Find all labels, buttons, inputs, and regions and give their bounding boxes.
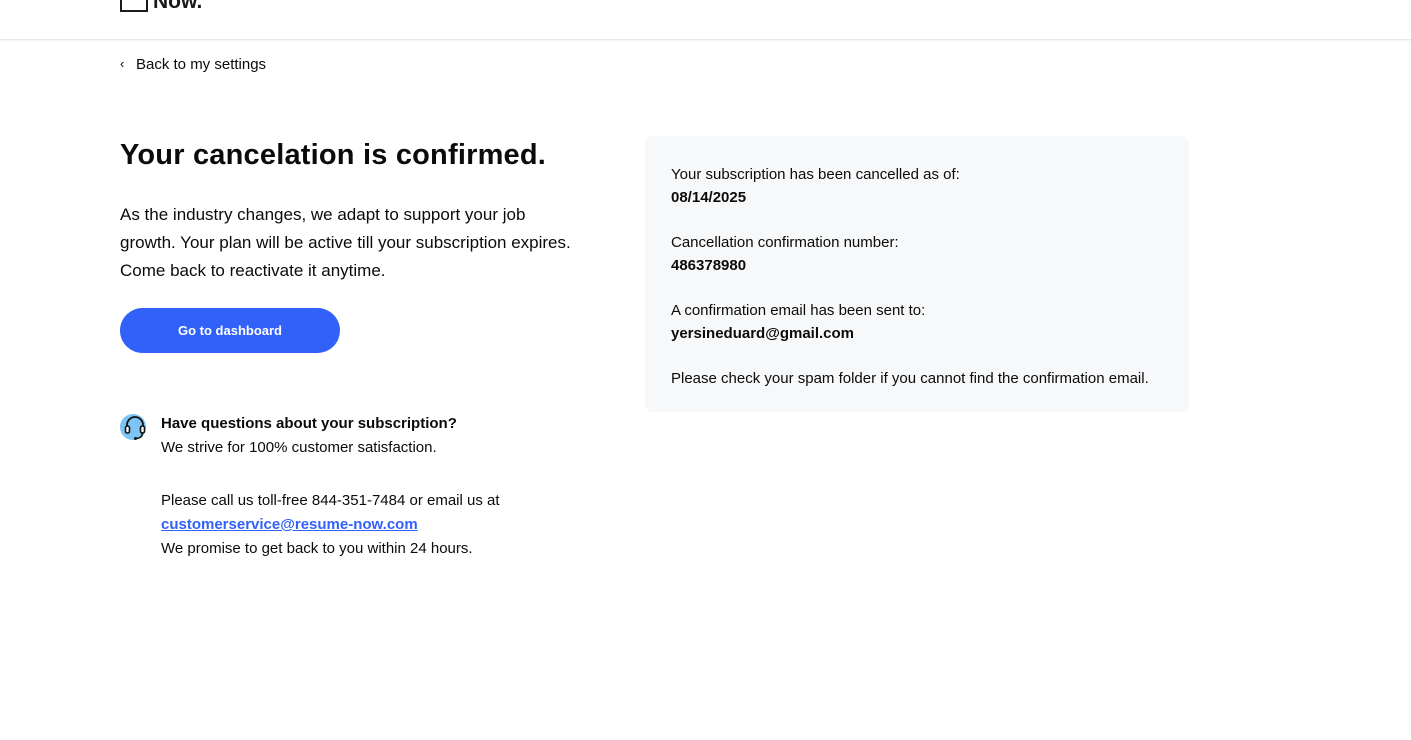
call-text: Please call us toll-free 844-351-7484 or… <box>161 492 500 509</box>
confirmation-number-block: Cancellation confirmation number: 486378… <box>671 231 1189 277</box>
back-to-settings-link[interactable]: ‹ Back to my settings <box>120 55 266 73</box>
customer-service-email-link[interactable]: customerservice@resume-now.com <box>161 516 418 533</box>
email-block: A confirmation email has been sent to: y… <box>671 299 1189 345</box>
brand-logo[interactable]: Now. <box>120 0 202 12</box>
confirmation-section: Your cancelation is confirmed. As the in… <box>120 136 600 353</box>
headset-icon <box>120 412 150 442</box>
confirmation-number-value: 486378980 <box>671 257 747 274</box>
back-link-label: Back to my settings <box>136 55 267 73</box>
intro-text: As the industry changes, we adapt to sup… <box>120 205 571 280</box>
cancelled-date-block: Your subscription has been cancelled as … <box>671 163 1189 209</box>
help-spacer <box>161 460 591 489</box>
promise-text: We promise to get back to you within 24 … <box>161 540 473 557</box>
help-text: Have questions about your subscription? … <box>161 412 591 561</box>
help-question: Have questions about your subscription? <box>161 415 457 432</box>
logo-mark-icon <box>120 0 148 12</box>
confirmation-label: Cancellation confirmation number: <box>671 234 899 251</box>
email-value: yersineduard@gmail.com <box>671 325 855 342</box>
top-header: Now. <box>0 0 1411 40</box>
cancelled-label: Your subscription has been cancelled as … <box>671 166 960 183</box>
satisfaction-text: We strive for 100% customer satisfaction… <box>161 439 437 456</box>
logo-text: Now. <box>153 0 203 13</box>
page-title: Your cancelation is confirmed. <box>120 139 547 171</box>
cancellation-summary-card: Your subscription has been cancelled as … <box>645 136 1189 412</box>
cancelled-date-value: 08/14/2025 <box>671 189 747 206</box>
email-sent-label: A confirmation email has been sent to: <box>671 302 926 319</box>
spam-note: Please check your spam folder if you can… <box>671 370 1149 387</box>
go-to-dashboard-button[interactable]: Go to dashboard <box>120 308 340 353</box>
chevron-left-icon: ‹ <box>120 56 125 71</box>
